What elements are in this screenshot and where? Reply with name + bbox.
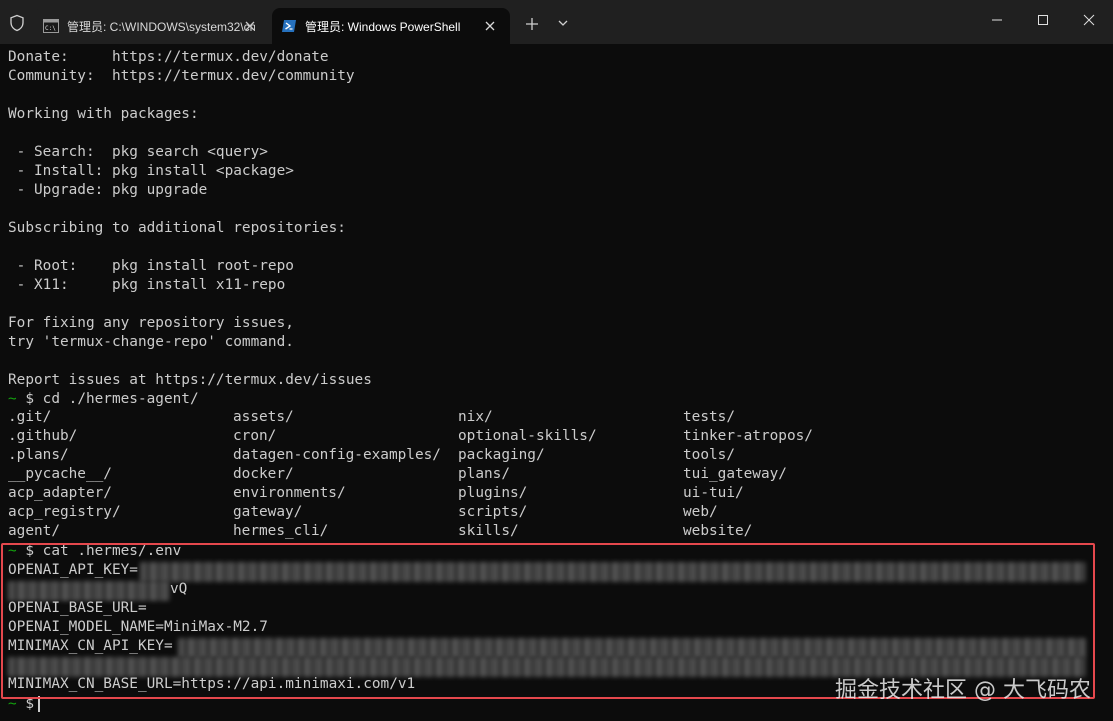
command-text: $	[16, 696, 34, 712]
tab-cmd-label: 管理员: C:\WINDOWS\system32\cmd.exe	[67, 19, 255, 34]
list-item: packaging/	[458, 447, 545, 463]
tab-powershell[interactable]: 管理员: Windows PowerShell	[272, 8, 510, 44]
new-tab-icon[interactable]	[522, 14, 542, 34]
svg-text:C:\: C:\	[45, 25, 56, 32]
maximize-button[interactable]	[1020, 0, 1066, 40]
list-item: optional-skills/	[458, 428, 597, 444]
prompt-line-cd: ~ $ cd ./hermes-agent/	[8, 390, 199, 409]
list-item: __pycache__/	[8, 466, 112, 482]
env-minimax-api-key: MINIMAX_CN_API_KEY=	[8, 638, 173, 654]
list-item: cron/	[233, 428, 277, 444]
env-minimax-base-url: MINIMAX_CN_BASE_URL=https://api.minimaxi…	[8, 676, 416, 692]
powershell-icon	[282, 20, 296, 32]
env-openai-api-key: OPENAI_API_KEY=	[8, 562, 138, 578]
prompt-line-cat: ~ $ cat .hermes/.env	[8, 542, 181, 561]
close-window-button[interactable]	[1066, 0, 1112, 40]
command-text: $ cat .hermes/.env	[16, 543, 182, 559]
list-item: gateway/	[233, 504, 303, 520]
terminal-line: - Root: pkg install root-repo	[8, 258, 294, 274]
redacted-secret	[8, 581, 170, 601]
listing-column: nix/ optional-skills/ packaging/ plans/ …	[458, 408, 683, 541]
list-item: website/	[683, 523, 753, 539]
minimize-button[interactable]	[974, 0, 1020, 40]
redacted-secret	[178, 638, 1086, 658]
terminal-line: Report issues at https://termux.dev/issu…	[8, 372, 372, 388]
prompt-tilde: ~	[8, 543, 17, 559]
list-item: environments/	[233, 485, 346, 501]
tab-cmd[interactable]: C:\ 管理员: C:\WINDOWS\system32\cmd.exe	[34, 8, 270, 44]
list-item: agent/	[8, 523, 60, 539]
listing-column: assets/ cron/ datagen-config-examples/ d…	[233, 408, 458, 541]
terminal-line: Donate: https://termux.dev/donate	[8, 49, 329, 65]
shield-icon	[10, 14, 24, 32]
maximize-icon	[1038, 15, 1048, 25]
terminal-line: - Upgrade: pkg upgrade	[8, 182, 208, 198]
terminal-line: Working with packages:	[8, 106, 199, 122]
text-cursor	[38, 696, 40, 712]
list-item: web/	[683, 504, 718, 520]
list-item: scripts/	[458, 504, 528, 520]
title-bar: C:\ 管理员: C:\WINDOWS\system32\cmd.exe 管理员…	[0, 0, 1113, 44]
close-icon	[1083, 14, 1095, 26]
list-item: assets/	[233, 409, 294, 425]
list-item: skills/	[458, 523, 519, 539]
list-item: .github/	[8, 428, 78, 444]
list-item: .plans/	[8, 447, 69, 463]
list-item: docker/	[233, 466, 294, 482]
minimize-icon	[992, 19, 1002, 21]
env-openai-base-url: OPENAI_BASE_URL=	[8, 600, 147, 616]
close-icon[interactable]	[242, 18, 258, 34]
cmd-icon: C:\	[43, 19, 59, 33]
terminal-line: For fixing any repository issues,	[8, 315, 294, 331]
list-item: acp_adapter/	[8, 485, 112, 501]
list-item: plugins/	[458, 485, 528, 501]
list-item: ui-tui/	[683, 485, 744, 501]
env-openai-key-tail: vQ	[170, 581, 188, 597]
terminal-line: Subscribing to additional repositories:	[8, 220, 346, 236]
list-item: nix/	[458, 409, 493, 425]
listing-column: .git/ .github/ .plans/ __pycache__/ acp_…	[8, 408, 233, 541]
terminal-line: - Install: pkg install <package>	[8, 163, 294, 179]
prompt-tilde: ~	[8, 391, 17, 407]
tab-powershell-label: 管理员: Windows PowerShell	[305, 19, 461, 34]
prompt-tilde: ~	[8, 696, 17, 712]
list-item: tools/	[683, 447, 735, 463]
prompt-line-final[interactable]: ~ $	[8, 695, 40, 714]
watermark: 掘金技术社区 @ 大飞码农	[835, 678, 1091, 703]
close-icon[interactable]	[482, 18, 498, 34]
listing-column: tests/ tinker-atropos/ tools/ tui_gatewa…	[683, 408, 908, 541]
list-item: plans/	[458, 466, 510, 482]
terminal-line: try 'termux-change-repo' command.	[8, 334, 294, 350]
env-openai-model-name: OPENAI_MODEL_NAME=MiniMax-M2.7	[8, 619, 268, 635]
list-item: .git/	[8, 409, 52, 425]
terminal-output[interactable]: Donate: https://termux.dev/donate Commun…	[0, 44, 1113, 721]
command-text: $ cd ./hermes-agent/	[16, 391, 199, 407]
list-item: tests/	[683, 409, 735, 425]
terminal-line: Community: https://termux.dev/community	[8, 68, 355, 84]
list-item: acp_registry/	[8, 504, 121, 520]
redacted-secret	[140, 562, 1086, 582]
chevron-down-icon[interactable]	[556, 16, 570, 30]
terminal-line: - Search: pkg search <query>	[8, 144, 268, 160]
terminal-line: - X11: pkg install x11-repo	[8, 277, 286, 293]
list-item: datagen-config-examples/	[233, 447, 441, 463]
list-item: tui_gateway/	[683, 466, 787, 482]
list-item: tinker-atropos/	[683, 428, 813, 444]
list-item: hermes_cli/	[233, 523, 329, 539]
